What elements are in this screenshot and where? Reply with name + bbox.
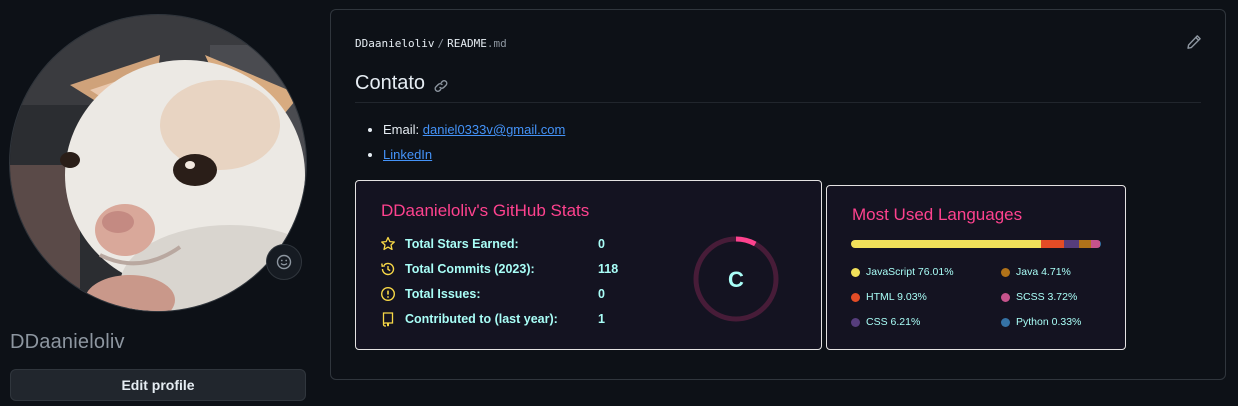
list-item-linkedin: LinkedIn — [383, 147, 565, 163]
rank-letter: C — [728, 267, 744, 292]
languages-card-title: Most Used Languages — [852, 205, 1023, 224]
language-bar-segment — [851, 240, 1042, 248]
stat-label: Total Stars Earned: — [405, 237, 519, 251]
language-label: SCSS 3.72% — [1016, 291, 1078, 303]
linkedin-link[interactable]: LinkedIn — [383, 147, 432, 162]
rank-circle: C — [693, 236, 779, 322]
avatar-container — [10, 15, 306, 311]
language-color-dot — [851, 317, 860, 327]
stat-label: Total Commits (2023): — [405, 262, 535, 276]
language-bar-segment — [1041, 240, 1064, 248]
star-icon — [381, 236, 395, 251]
language-color-dot — [1001, 267, 1010, 277]
language-progress-bar — [851, 240, 1101, 248]
stat-value: 0 — [598, 287, 605, 301]
language-color-dot — [851, 267, 860, 277]
email-link[interactable]: daniel0333v@gmail.com — [423, 122, 566, 137]
language-label: CSS 6.21% — [866, 316, 921, 328]
language-label: Python 0.33% — [1016, 316, 1082, 328]
stat-row-contributed: Contributed to (last year): 1 — [380, 310, 605, 328]
readme-file-ext: .md — [486, 37, 507, 50]
list-item-email: Email: daniel0333v@gmail.com — [383, 122, 565, 138]
profile-username: DDaanieloliv — [10, 331, 125, 353]
readme-file-name[interactable]: README — [447, 37, 487, 50]
readme-breadcrumb: DDaanieloliv / README.md — [355, 37, 507, 50]
language-item: Python 0.33% — [1001, 316, 1081, 328]
heading-text: Contato — [355, 72, 426, 94]
language-color-dot — [1001, 317, 1010, 327]
avatar-image — [10, 15, 306, 311]
pencil-icon[interactable] — [1186, 34, 1202, 50]
issue-icon — [380, 286, 396, 302]
language-item: JavaScript 76.01% — [851, 266, 954, 278]
language-label: HTML 9.03% — [866, 291, 927, 303]
readme-heading: Contato — [355, 72, 1201, 103]
readme-owner-link[interactable]: DDaanieloliv — [355, 37, 434, 50]
language-bar-segment — [1079, 240, 1091, 248]
language-item: SCSS 3.72% — [1001, 291, 1077, 303]
stat-value: 0 — [598, 237, 605, 251]
stats-card-title: DDaanieloliv's GitHub Stats — [381, 201, 590, 220]
stat-value: 1 — [598, 312, 605, 326]
stat-row-issues: Total Issues: 0 — [380, 285, 605, 303]
language-item: CSS 6.21% — [851, 316, 920, 328]
repo-icon — [382, 312, 394, 327]
language-item: HTML 9.03% — [851, 291, 927, 303]
language-label: Java 4.71% — [1016, 266, 1071, 278]
language-bar-segment — [1063, 240, 1080, 248]
language-label: JavaScript 76.01% — [866, 266, 954, 278]
contact-list: Email: daniel0333v@gmail.com LinkedIn — [367, 122, 565, 172]
language-item: Java 4.71% — [1001, 266, 1071, 278]
smiley-icon — [276, 254, 292, 270]
stat-row-commits: Total Commits (2023): 118 — [380, 260, 618, 278]
top-languages-card[interactable]: Most Used Languages JavaScript 76.01% HTM… — [826, 185, 1126, 350]
stat-label: Total Issues: — [405, 287, 481, 301]
email-label: Email: — [383, 122, 420, 137]
stat-label: Contributed to (last year): — [405, 312, 558, 326]
language-color-dot — [1001, 292, 1010, 302]
stat-value: 118 — [598, 262, 619, 276]
language-color-dot — [851, 292, 860, 302]
set-status-button[interactable] — [266, 244, 302, 280]
language-bar-segment — [1090, 240, 1101, 248]
language-bar-segment — [1100, 240, 1101, 248]
edit-profile-button[interactable]: Edit profile — [10, 369, 306, 401]
avatar[interactable] — [10, 15, 306, 311]
stat-row-stars: Total Stars Earned: 0 — [380, 235, 605, 253]
anchor-link-icon[interactable] — [433, 78, 449, 94]
history-icon — [381, 262, 395, 276]
path-separator: / — [437, 37, 445, 50]
github-stats-card[interactable]: DDaanieloliv's GitHub Stats Total Stars … — [355, 180, 822, 350]
